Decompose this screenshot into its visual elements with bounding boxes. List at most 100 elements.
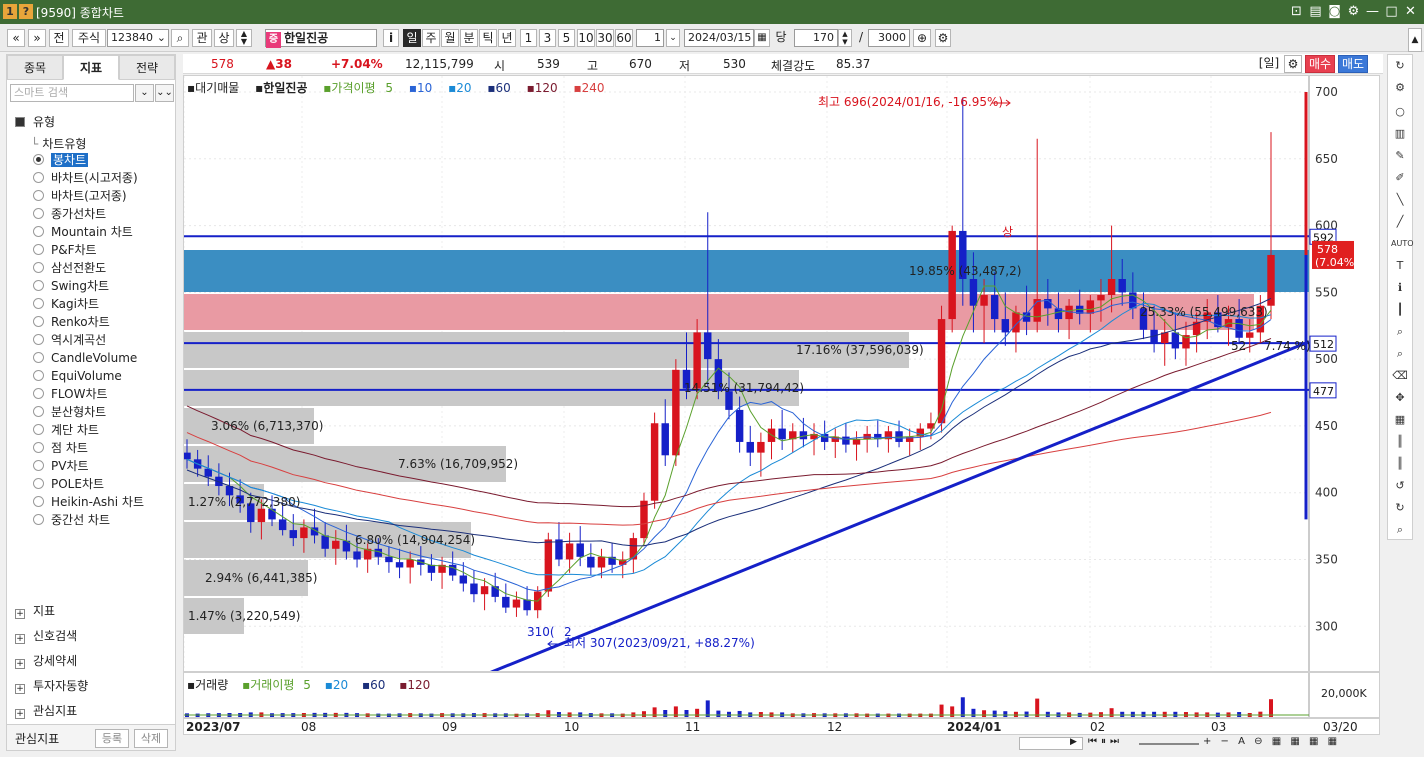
scroll-right-icon[interactable]: ▶ xyxy=(1070,737,1077,747)
settings-icon[interactable]: ⚙ xyxy=(935,29,951,47)
chart-type-option[interactable]: PV차트 xyxy=(33,458,89,475)
move-icon[interactable]: ✥ xyxy=(1391,389,1409,407)
radio-icon[interactable] xyxy=(33,298,44,309)
radio-icon[interactable] xyxy=(33,496,44,507)
auto-icon[interactable]: AUTO xyxy=(1391,235,1414,253)
chart-type-option[interactable]: 바차트(고저종) xyxy=(33,188,127,205)
radio-icon[interactable] xyxy=(33,226,44,237)
section-bull-bear[interactable]: + 강세약세 xyxy=(15,652,77,669)
chart-type-option[interactable]: CandleVolume xyxy=(33,350,137,367)
minute-60-button[interactable]: 60 xyxy=(615,29,633,47)
minute-30-button[interactable]: 30 xyxy=(596,29,614,47)
period-minute-tab[interactable]: 분 xyxy=(460,29,478,47)
radio-icon[interactable] xyxy=(33,154,44,165)
minimize-icon[interactable]: — xyxy=(1364,3,1381,20)
maximize-icon[interactable]: □ xyxy=(1383,3,1400,20)
chart-type-option[interactable]: 종가선차트 xyxy=(33,206,106,223)
grid-icon[interactable]: ▦ xyxy=(1391,411,1409,429)
fibo-icon[interactable]: ℹ xyxy=(1391,279,1409,297)
gwan-button[interactable]: 관 xyxy=(192,29,212,47)
minute-3-button[interactable]: 3 xyxy=(539,29,556,47)
section-signal-search[interactable]: + 신호검색 xyxy=(15,627,77,644)
chart-type-option[interactable]: P&F차트 xyxy=(33,242,97,259)
link-icon[interactable]: ⊡ xyxy=(1288,3,1305,20)
nav-down-button[interactable]: » xyxy=(28,29,46,47)
period-week-tab[interactable]: 주 xyxy=(422,29,440,47)
radio-icon[interactable] xyxy=(33,460,44,471)
prev-button[interactable]: 전 xyxy=(49,29,69,47)
radio-icon[interactable] xyxy=(33,244,44,255)
diagonal-line-icon[interactable]: ╱ xyxy=(1391,213,1409,231)
stock-name-field[interactable]: 증 한일진공 xyxy=(265,29,377,48)
delete-button[interactable]: 삭제 xyxy=(134,729,168,748)
chart-type-option[interactable]: Mountain 차트 xyxy=(33,224,133,241)
tab-indicators[interactable]: 지표 xyxy=(63,55,119,80)
section-investor-trend[interactable]: + 투자자동향 xyxy=(15,677,88,694)
unit-dropdown[interactable]: ⌄ xyxy=(666,29,680,47)
chart-type-option[interactable]: 바차트(시고저종) xyxy=(33,170,138,187)
stock-code-input[interactable]: 123840 ⌄ xyxy=(107,29,169,47)
count-input[interactable]: 170 xyxy=(794,29,838,47)
chart-type-option[interactable]: 삼선전환도 xyxy=(33,260,106,277)
sell-button[interactable]: 매도 xyxy=(1338,55,1368,73)
draw-icon[interactable]: ✎ xyxy=(1391,147,1409,165)
refresh-icon[interactable]: ↻ xyxy=(1391,57,1409,75)
erase-icon[interactable]: ⌫ xyxy=(1391,367,1409,385)
radio-icon[interactable] xyxy=(33,208,44,219)
radio-icon[interactable] xyxy=(33,406,44,417)
redo-icon[interactable]: ↻ xyxy=(1391,499,1409,517)
chart-type-option[interactable]: Kagi차트 xyxy=(33,296,99,313)
count-stepper[interactable]: ▲ ▼ xyxy=(838,29,852,47)
search-icon[interactable]: ⌕ xyxy=(1391,345,1409,363)
info-button[interactable]: i xyxy=(383,29,399,47)
period-tick-tab[interactable]: 틱 xyxy=(479,29,497,47)
text-tool-icon[interactable]: T xyxy=(1391,257,1409,275)
volume-chart[interactable]: ▪거래량 ▪거래이평 5 ▪20 ▪60 ▪120 20,000K xyxy=(183,672,1380,718)
playback-controls[interactable]: ⏮⏸⏭ xyxy=(1088,736,1123,747)
chart-type-option[interactable]: 점 차트 xyxy=(33,440,88,457)
zoom-slider[interactable] xyxy=(1139,743,1199,745)
help-icon[interactable]: ? xyxy=(19,4,33,19)
pen-icon[interactable]: ✐ xyxy=(1391,169,1409,187)
radio-icon[interactable] xyxy=(33,424,44,435)
market-select[interactable]: 주식 xyxy=(72,29,106,47)
section-type[interactable]: 유형 xyxy=(15,113,55,130)
line-tool-icon[interactable]: ╲ xyxy=(1391,191,1409,209)
radio-icon[interactable] xyxy=(33,478,44,489)
chart-type-option[interactable]: 중간선 차트 xyxy=(33,512,110,529)
period-year-tab[interactable]: 년 xyxy=(498,29,516,47)
minute-5-button[interactable]: 5 xyxy=(558,29,575,47)
unit-input[interactable]: 1 xyxy=(636,29,664,47)
chart-type-option[interactable]: Swing차트 xyxy=(33,278,109,295)
gear-icon[interactable]: ⚙ xyxy=(1391,79,1409,97)
date-input[interactable]: 2024/03/15 xyxy=(684,29,754,47)
tab-stocks[interactable]: 종목 xyxy=(7,55,63,80)
section-favorite-indicators[interactable]: + 관심지표 xyxy=(15,702,77,719)
candle-icon[interactable]: ┃ xyxy=(1391,301,1409,319)
nav-back-button[interactable]: « xyxy=(7,29,25,47)
radio-icon[interactable] xyxy=(33,514,44,525)
bars-alt-icon[interactable]: ║ xyxy=(1391,455,1409,473)
radio-icon[interactable] xyxy=(33,280,44,291)
minute-1-button[interactable]: 1 xyxy=(520,29,537,47)
gear-icon[interactable]: ⚙ xyxy=(1345,3,1362,20)
chart-type-option[interactable]: EquiVolume xyxy=(33,368,122,385)
price-chart[interactable]: 700 650 600 550 500 450 400 350 300 592 512 477 578(… xyxy=(183,75,1380,672)
undo-icon[interactable]: ↺ xyxy=(1391,477,1409,495)
circle-icon[interactable]: ○ xyxy=(1391,103,1409,121)
chart-type-option[interactable]: 계단 차트 xyxy=(33,422,99,439)
register-button[interactable]: 등록 xyxy=(95,729,129,748)
expand-icon[interactable]: ⌄⌄ xyxy=(155,84,174,102)
clipboard-icon[interactable]: ▤ xyxy=(1307,3,1324,20)
chart-settings-icon[interactable]: ⚙ xyxy=(1284,55,1302,73)
zoom-icon[interactable]: ⌕ xyxy=(1391,323,1409,341)
chart-type-option[interactable]: 분산형차트 xyxy=(33,404,106,421)
price-chart-svg[interactable]: 700650600550500450400350300592512477578(… xyxy=(184,76,1380,672)
max-count-input[interactable]: 3000 xyxy=(868,29,910,47)
stepper-button[interactable]: ▲ ▼ xyxy=(236,29,252,47)
chart-type-option[interactable]: POLE차트 xyxy=(33,476,104,493)
tab-strategy[interactable]: 전략 xyxy=(119,55,175,80)
radio-icon[interactable] xyxy=(33,388,44,399)
radio-icon[interactable] xyxy=(33,352,44,363)
zoom-in-icon[interactable]: ⊕ xyxy=(913,29,931,47)
